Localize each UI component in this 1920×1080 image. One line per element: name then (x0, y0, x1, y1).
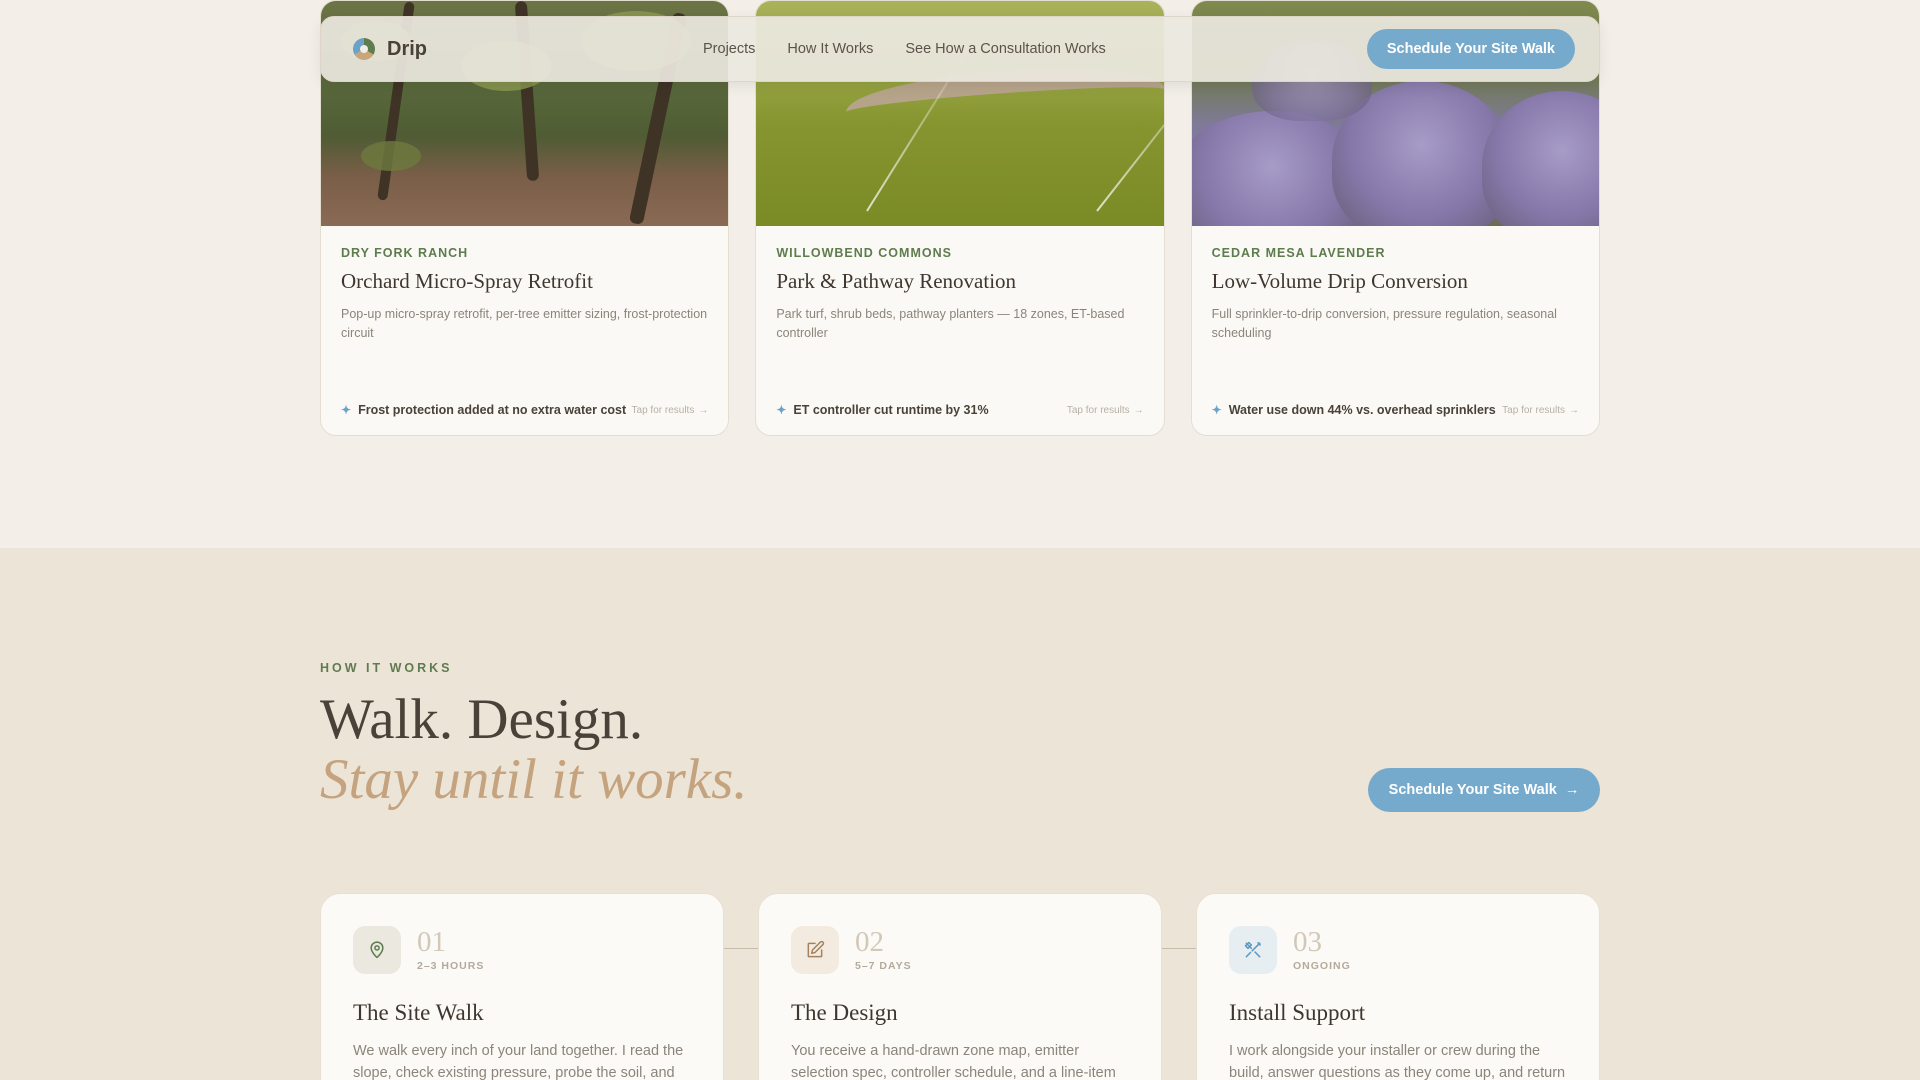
project-description: Park turf, shrub beds, pathway planters … (776, 307, 1125, 340)
step-duration: 5–7 DAYS (855, 960, 912, 972)
steps-row: 01 2–3 HOURS The Site Walk We walk every… (320, 893, 1600, 1080)
schedule-site-walk-cta-button[interactable]: Schedule Your Site Walk → (1368, 768, 1600, 812)
step-duration: ONGOING (1293, 960, 1351, 972)
project-result: ✦ Frost protection added at no extra wat… (341, 403, 626, 417)
tap-for-results-label: Tap for results (1066, 404, 1130, 416)
arrow-right-icon: → (698, 404, 709, 416)
tap-for-results-link[interactable]: Tap for results → (1502, 405, 1579, 416)
project-title: Low-Volume Drip Conversion (1211, 269, 1468, 293)
section-eyebrow: HOW IT WORKS (320, 661, 453, 675)
nav-link-how-it-works[interactable]: How It Works (787, 41, 873, 57)
tap-for-results-label: Tap for results (1502, 404, 1565, 416)
step-card-design: 02 5–7 DAYS The Design You receive a han… (758, 893, 1162, 1080)
cta-label: Schedule Your Site Walk (1388, 782, 1557, 798)
tools-icon (1229, 926, 1277, 974)
nav-link-consultation[interactable]: See How a Consultation Works (905, 41, 1105, 57)
project-result-text: Frost protection added at no extra water… (358, 403, 627, 417)
step-description: You receive a hand-drawn zone map, emitt… (791, 1043, 1116, 1080)
step-card-install-support: 03 ONGOING Install Support I work alongs… (1196, 893, 1600, 1080)
step-title: The Design (791, 1000, 898, 1025)
step-connector (724, 948, 758, 949)
arrow-right-icon: → (1568, 404, 1579, 416)
step-connector (1162, 948, 1196, 949)
schedule-site-walk-button[interactable]: Schedule Your Site Walk (1366, 29, 1575, 69)
project-result-text: Water use down 44% vs. overhead sprinkle… (1228, 403, 1496, 417)
project-title: Park & Pathway Renovation (776, 269, 1017, 293)
nav-links: Projects How It Works See How a Consulta… (703, 41, 1106, 57)
project-title: Orchard Micro-Spray Retrofit (341, 269, 593, 293)
drip-logo-icon (353, 38, 375, 60)
project-client: WILLOWBEND COMMONS (776, 246, 952, 260)
project-description: Pop-up micro-spray retrofit, per-tree em… (341, 307, 708, 340)
sparkle-icon: ✦ (1211, 403, 1222, 417)
project-result-text: ET controller cut runtime by 31% (793, 403, 989, 417)
section-headline: Walk. Design. (320, 688, 644, 751)
step-number: 03 (1293, 926, 1322, 958)
step-title: The Site Walk (353, 1000, 484, 1025)
projects-section: DRY FORK RANCH Orchard Micro-Spray Retro… (0, 0, 1920, 548)
project-description: Full sprinkler-to-drip conversion, press… (1211, 307, 1557, 340)
section-headline-italic: Stay until it works. (320, 748, 748, 811)
project-result: ✦ Water use down 44% vs. overhead sprink… (1212, 403, 1496, 417)
project-client: DRY FORK RANCH (341, 246, 469, 260)
tap-for-results-link[interactable]: Tap for results → (632, 405, 709, 416)
sparkle-icon: ✦ (341, 403, 352, 417)
step-title: Install Support (1229, 1000, 1366, 1025)
step-description: We walk every inch of your land together… (353, 1043, 684, 1080)
step-number: 02 (855, 926, 884, 958)
step-number: 01 (417, 926, 446, 958)
tap-for-results-link[interactable]: Tap for results → (1067, 405, 1144, 416)
map-pin-icon (353, 926, 401, 974)
tap-for-results-label: Tap for results (631, 404, 695, 416)
sparkle-icon: ✦ (776, 403, 787, 417)
step-card-site-walk: 01 2–3 HOURS The Site Walk We walk every… (320, 893, 724, 1080)
top-navbar: Drip Projects How It Works See How a Con… (320, 16, 1600, 82)
project-client: CEDAR MESA LAVENDER (1211, 246, 1386, 260)
step-duration: 2–3 HOURS (417, 960, 485, 972)
project-result: ✦ ET controller cut runtime by 31% (776, 403, 988, 417)
brand-home-link[interactable]: Drip (353, 38, 427, 61)
how-it-works-section: HOW IT WORKS Walk. Design. Stay until it… (0, 548, 1920, 1080)
arrow-right-icon: → (1133, 404, 1144, 416)
brand-name: Drip (387, 37, 427, 60)
pencil-edit-icon (791, 926, 839, 974)
step-description: I work alongside your installer or crew … (1229, 1043, 1566, 1080)
arrow-right-icon: → (1564, 782, 1580, 798)
nav-link-projects[interactable]: Projects (703, 41, 755, 57)
